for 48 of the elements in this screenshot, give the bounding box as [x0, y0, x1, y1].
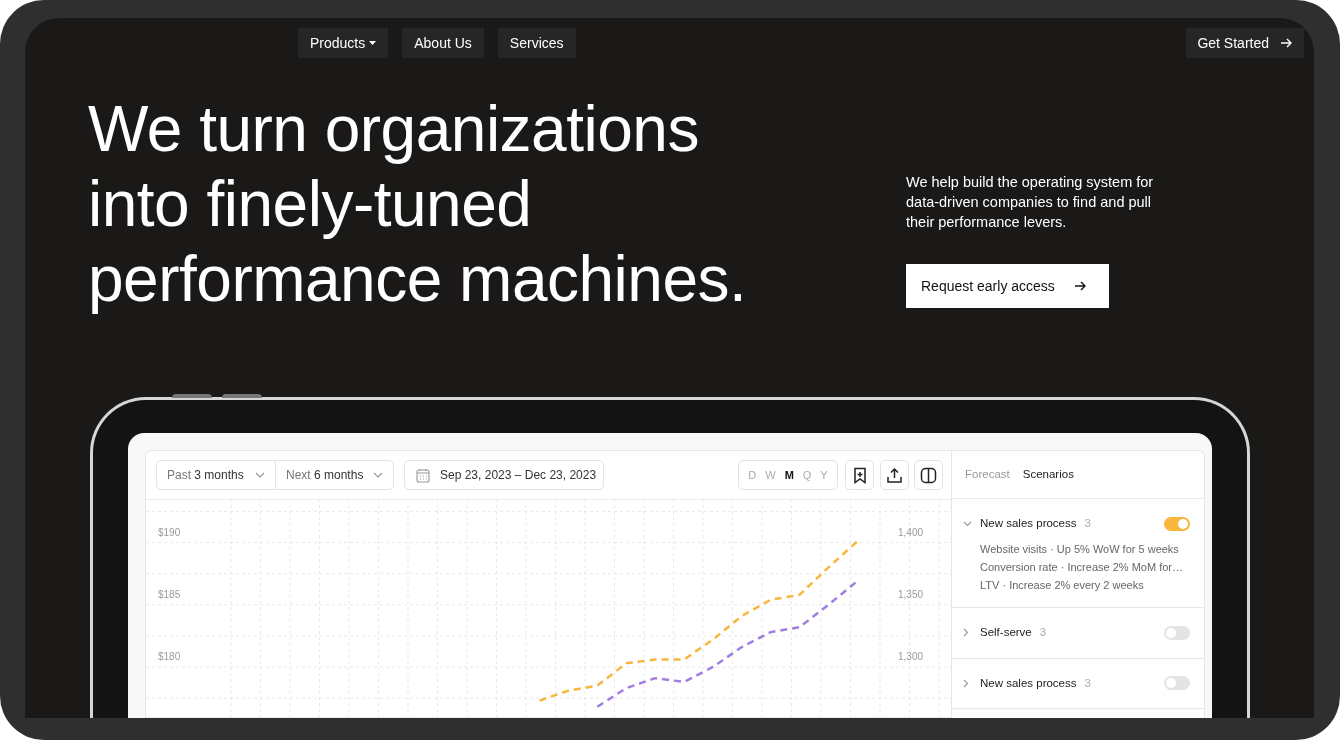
- panel-tab[interactable]: Scenarios: [1022, 465, 1074, 484]
- date-range-picker[interactable]: Sep 23, 2023 – Dec 23, 2023: [404, 460, 604, 490]
- granularity-option[interactable]: M: [784, 466, 794, 484]
- chevron-down-icon[interactable]: [963, 520, 972, 527]
- scenario-name: New sales process: [980, 516, 1077, 531]
- arrow-right-icon: [1279, 36, 1293, 50]
- arrow-right-icon: [1072, 279, 1087, 293]
- range-label: Past 3 months: [167, 467, 244, 484]
- axis-label: $185: [158, 588, 181, 600]
- axis-label: $180: [158, 651, 181, 662]
- chevron-down-icon: [373, 472, 383, 478]
- chevron-right-icon[interactable]: [963, 678, 969, 688]
- split-view-icon: [920, 466, 937, 484]
- bookmark-plus-icon: [851, 466, 868, 484]
- split-view-button[interactable]: [914, 460, 943, 490]
- headline-line: We turn organizations: [88, 92, 700, 167]
- chevron-down-icon: [255, 472, 265, 478]
- get-started-button[interactable]: Get Started: [1186, 28, 1304, 58]
- scenario-detail: Conversion rate · Increase 2% MoM for…: [980, 560, 1184, 576]
- nav-link[interactable]: Services: [497, 28, 576, 58]
- headline-line: into finely-tuned: [88, 167, 533, 242]
- toggle-switch[interactable]: [1164, 625, 1190, 640]
- share-button[interactable]: [880, 460, 909, 490]
- scenario-name: Self-serve: [980, 625, 1032, 641]
- scenario-count: 3: [1084, 675, 1091, 691]
- request-access-button[interactable]: Request early access: [906, 264, 1109, 308]
- headline-line: performance machines.: [88, 242, 748, 317]
- scenario-detail: Website visits · Up 5% WoW for 5 weeks: [980, 542, 1180, 558]
- upload-icon: [886, 466, 903, 484]
- scenario-count: 3: [1039, 625, 1047, 641]
- scenario-count: 3: [1084, 516, 1091, 531]
- nav-link[interactable]: About Us: [402, 28, 484, 58]
- axis-label: 1,300: [898, 651, 924, 662]
- range-label: Next 6 months: [286, 467, 364, 484]
- bookmark-add-button[interactable]: [845, 460, 874, 490]
- chevron-right-icon[interactable]: [963, 628, 969, 638]
- toggle-switch[interactable]: [1164, 516, 1190, 531]
- axis-label: $190: [158, 526, 181, 538]
- calendar-icon: [416, 467, 430, 483]
- scenario-name: New sales process: [980, 675, 1077, 691]
- hero-description: We help build the operating system for data-driven companies to find and pull their performance levers.: [906, 173, 1155, 232]
- nav-link[interactable]: Products: [298, 28, 389, 58]
- axis-label: 1,350: [898, 588, 924, 600]
- scenario-detail: LTV · Increase 2% every 2 weeks: [980, 578, 1145, 594]
- range-select[interactable]: Next 6 months: [275, 461, 393, 489]
- axis-label: 1,400: [898, 526, 924, 538]
- range-select[interactable]: Past 3 months: [157, 461, 275, 489]
- toggle-switch[interactable]: [1164, 676, 1190, 691]
